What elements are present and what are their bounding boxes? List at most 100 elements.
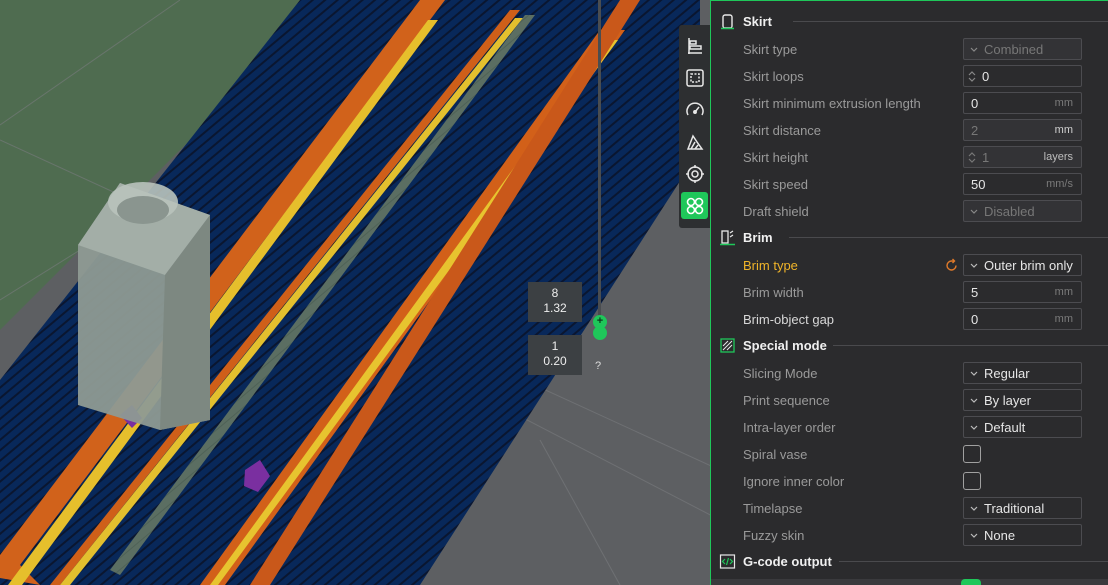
intra-layer-order-select[interactable]: Default [963, 416, 1082, 438]
skirt-height-spinner[interactable]: 1 layers [963, 146, 1082, 168]
section-special-mode: Special mode [719, 335, 827, 355]
brim-object-gap-value: 0 [971, 312, 979, 327]
timelapse-value: Traditional [984, 501, 1045, 516]
section-divider [793, 21, 1108, 22]
timelapse-select[interactable]: Traditional [963, 497, 1082, 519]
section-special-mode-title: Special mode [743, 337, 827, 353]
layer-bottom-height: 0.20 [543, 354, 567, 368]
chevron-down-icon [970, 371, 978, 376]
skirt-distance-input[interactable]: 2 mm [963, 119, 1082, 141]
intra-layer-order-label: Intra-layer order [743, 420, 836, 435]
print-sequence-label: Print sequence [743, 393, 830, 408]
brim-width-value: 5 [971, 285, 979, 300]
help-icon[interactable]: ? [595, 360, 601, 372]
row-skirt-loops: Skirt loops 0 [711, 63, 1108, 90]
chevron-down-icon [970, 209, 978, 214]
select-region-button[interactable] [681, 64, 708, 91]
row-skirt-height: Skirt height 1 layers [711, 144, 1108, 171]
slicing-mode-select[interactable]: Regular [963, 362, 1082, 384]
skirt-speed-value: 50 [971, 177, 986, 192]
row-draft-shield: Draft shield Disabled [711, 198, 1108, 225]
row-spiral-vase: Spiral vase [711, 441, 1108, 468]
row-slicing-mode: Slicing Mode Regular [711, 360, 1108, 387]
brim-object-gap-unit: mm [1054, 313, 1073, 325]
chevron-down-icon [970, 263, 978, 268]
row-skirt-distance: Skirt distance 2 mm [711, 117, 1108, 144]
skirt-speed-input[interactable]: 50 mm/s [963, 173, 1082, 195]
print-sequence-value: By layer [984, 393, 1031, 408]
seam-target-icon [685, 164, 704, 183]
layer-bottom-number: 1 [551, 339, 559, 353]
chevron-down-icon [970, 425, 978, 430]
skirt-speed-label: Skirt speed [743, 177, 809, 192]
next-toggle-partial[interactable] [961, 579, 981, 585]
seam-painting-button[interactable] [681, 160, 708, 187]
skirt-type-value: Combined [984, 42, 1044, 57]
brim-type-select[interactable]: Outer brim only [963, 254, 1082, 276]
section-skirt: Skirt [719, 11, 772, 31]
row-brim-object-gap: Brim-object gap 0 mm [711, 306, 1108, 333]
chevron-down-icon [970, 398, 978, 403]
support-paint-button[interactable] [681, 128, 708, 155]
layer-slider-track[interactable] [598, 0, 601, 322]
settings-panel: Skirt Skirt type Combined Skirt loops 0 … [710, 0, 1108, 585]
brim-object-gap-input[interactable]: 0 mm [963, 308, 1082, 330]
skirt-height-unit: layers [1043, 151, 1073, 163]
3d-viewport[interactable]: 8 1.32 1 0.20 + ? [0, 0, 720, 585]
special-mode-icon [720, 337, 735, 353]
row-timelapse: Timelapse Traditional [711, 495, 1108, 522]
skirt-min-length-label: Skirt minimum extrusion length [743, 96, 921, 111]
row-brim-width: Brim width 5 mm [711, 279, 1108, 306]
skirt-min-length-value: 0 [971, 96, 979, 111]
gcode-preview-scene[interactable] [0, 0, 720, 585]
skirt-type-select[interactable]: Combined [963, 38, 1082, 60]
row-skirt-type: Skirt type Combined [711, 36, 1108, 63]
fuzzy-skin-select[interactable]: None [963, 524, 1082, 546]
chevron-down-icon [970, 47, 978, 52]
speed-view-button[interactable] [681, 96, 708, 123]
speedometer-icon [685, 101, 704, 115]
bottom-scroll-area [711, 579, 1108, 585]
spiral-vase-label: Spiral vase [743, 447, 808, 462]
fuzzy-skin-label: Fuzzy skin [743, 528, 805, 543]
row-brim-type: Brim type Outer brim only [711, 252, 1108, 279]
chevron-down-icon [970, 533, 978, 538]
skirt-loops-value: 0 [982, 69, 990, 84]
slicing-mode-label: Slicing Mode [743, 366, 818, 381]
layer-top-height: 1.32 [543, 301, 567, 315]
section-brim: Brim [719, 227, 773, 247]
draft-shield-select[interactable]: Disabled [963, 200, 1082, 222]
skirt-min-length-input[interactable]: 0 mm [963, 92, 1082, 114]
brim-object-gap-label: Brim-object gap [743, 312, 835, 327]
draft-shield-value: Disabled [984, 204, 1035, 219]
brim-width-label: Brim width [743, 285, 804, 300]
skirt-loops-spinner[interactable]: 0 [963, 65, 1082, 87]
ignore-inner-color-checkbox[interactable] [963, 472, 981, 490]
reset-icon[interactable] [944, 258, 959, 273]
skirt-height-label: Skirt height [743, 150, 809, 165]
layer-top-label: 8 1.32 [528, 282, 582, 322]
timelapse-label: Timelapse [743, 501, 803, 516]
section-brim-title: Brim [743, 229, 773, 245]
brim-width-input[interactable]: 5 mm [963, 281, 1082, 303]
print-sequence-select[interactable]: By layer [963, 389, 1082, 411]
skirt-distance-value: 2 [971, 123, 979, 138]
view-toolbar [679, 25, 710, 228]
skirt-loops-label: Skirt loops [743, 69, 804, 84]
layer-arrange-button[interactable] [681, 32, 708, 59]
spin-arrows-icon [968, 71, 976, 82]
section-divider [833, 345, 1108, 346]
row-skirt-speed: Skirt speed 50 mm/s [711, 171, 1108, 198]
gcode-icon [719, 553, 736, 569]
row-ignore-inner-color: Ignore inner color [711, 468, 1108, 495]
section-gcode-output: G-code output [719, 551, 832, 571]
layer-arrange-icon [687, 37, 702, 54]
skirt-speed-unit: mm/s [1046, 178, 1073, 190]
multi-part-button[interactable] [681, 192, 708, 219]
spiral-vase-checkbox[interactable] [963, 445, 981, 463]
multi-part-icon [686, 197, 703, 214]
row-intra-layer-order: Intra-layer order Default [711, 414, 1108, 441]
skirt-height-value: 1 [982, 150, 990, 165]
layer-slider-upper-handle[interactable]: + [593, 315, 607, 329]
select-region-icon [685, 68, 704, 87]
